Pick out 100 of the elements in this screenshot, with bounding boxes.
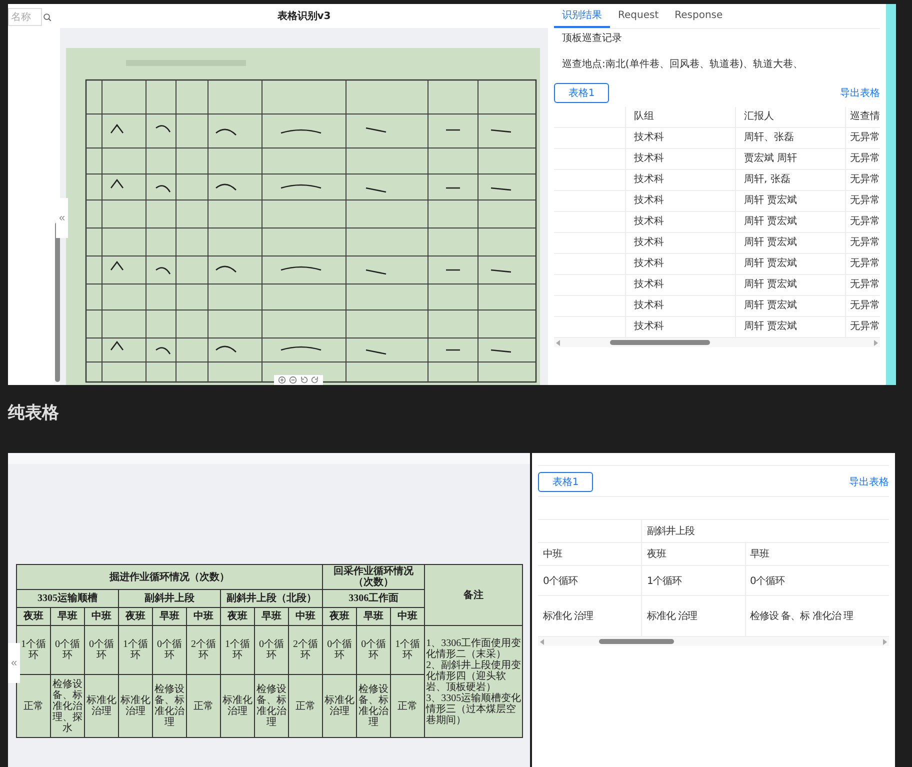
table-cell-text: 无异常 xyxy=(849,278,880,292)
table-cell: 2个循环 xyxy=(186,626,220,674)
table-cell: 标准化治理 xyxy=(118,674,152,738)
table-cell-text: 无异常 xyxy=(849,320,880,334)
table-cell: 1个循环 xyxy=(220,626,254,674)
table-header: 中班 xyxy=(390,608,425,626)
tab[interactable]: Response xyxy=(666,4,731,28)
table-cell-text: 无异常 xyxy=(849,256,880,271)
table-cell: 技术科 xyxy=(626,317,736,337)
table-header: 早班 xyxy=(356,608,391,626)
table-cell: 标准化 治理 xyxy=(642,596,746,636)
table-header: 中班 xyxy=(186,608,220,626)
table-cell: 周轩 贾宏斌 xyxy=(736,275,846,295)
table-cell: 周轩 贾宏斌 xyxy=(736,317,846,337)
remark-text: 3、3305运输顺槽变化情形三（过本煤层空巷期间） xyxy=(426,692,522,726)
table-cell-text: 无异常 xyxy=(849,236,880,250)
column-header: 夜班 xyxy=(642,543,746,565)
tab[interactable]: 识别结果 xyxy=(554,4,610,28)
remark-text: 1、3306工作面使用变化情形二（末采） xyxy=(426,638,522,660)
collapse-button[interactable]: « xyxy=(56,198,68,238)
result-text: 巡查地点:南北(单件巷、回风巷、轨道巷)、轨道大巷、 xyxy=(561,58,804,72)
table-cell: 检修设备、标准化治理 xyxy=(254,674,288,738)
column-header: 巡查情 xyxy=(849,110,880,124)
table-header: 3306工作面 xyxy=(322,590,425,608)
table-cell-text: 检修设 备、标 准化治 理 xyxy=(749,610,854,624)
table-cell: 标准化治理 xyxy=(220,674,254,738)
table-cell: 标准化治理 xyxy=(322,674,357,738)
table-cell: 周轩, 张磊 xyxy=(736,170,846,190)
table-cell: 标准化 治理 xyxy=(538,596,642,636)
table-header: 夜班 xyxy=(220,608,254,626)
column-header: 队组 xyxy=(626,107,736,127)
table-cell-text: 无异常 xyxy=(849,298,880,313)
table-cell-text: 0个循环 xyxy=(749,574,786,588)
scrollbar[interactable] xyxy=(538,637,889,646)
table-header: 副斜井上段 xyxy=(118,590,220,608)
table-cell: 0个循环 xyxy=(84,626,118,674)
table-cell-text: 无异常 xyxy=(849,172,880,187)
table-header: 早班 xyxy=(254,608,288,626)
rotate-right-icon[interactable] xyxy=(311,376,319,384)
table-cell-text: 无异常 xyxy=(849,130,880,145)
table-cell: 0个循环 xyxy=(50,626,84,674)
table-header: 夜班 xyxy=(322,608,357,626)
table-header: 中班 xyxy=(84,608,118,626)
table-header: 掘进作业循环情况（次数） xyxy=(16,564,323,590)
table-cell: 周轩 贾宏斌 xyxy=(736,254,846,274)
table-header: 副斜井上段（北段） xyxy=(220,590,323,608)
table-cell: 贾宏斌 周轩 xyxy=(736,149,846,169)
table-cell: 2个循环 xyxy=(288,626,323,674)
table-cell: 0个循环 xyxy=(356,626,391,674)
table-cell: 标准化治理 xyxy=(84,674,118,738)
search-field[interactable]: 名称 xyxy=(8,8,42,26)
table-cell: 周轩 贾宏斌 xyxy=(736,191,846,211)
table-cell: 0个循环 xyxy=(322,626,357,674)
table-header: 早班 xyxy=(50,608,84,626)
table-tab[interactable]: 表格1 xyxy=(554,83,609,103)
search-icon xyxy=(43,12,52,22)
table-header: 备注 xyxy=(424,564,523,626)
table-header: 回采作业循环情况（次数） xyxy=(322,564,425,590)
table-cell: 检修设备、标准化治理、探水 xyxy=(50,674,84,738)
column-header: 副斜井上段 xyxy=(646,524,696,539)
table-tab[interactable]: 表格1 xyxy=(538,472,593,492)
table-cell: 周轩、张磊 xyxy=(736,128,846,148)
table-cell: 检修设备、标准化治理 xyxy=(356,674,391,738)
table-cell: 0个循环 xyxy=(152,626,186,674)
scrollbar[interactable] xyxy=(554,338,880,347)
table-cell: 技术科 xyxy=(626,296,736,316)
zoom-in-icon[interactable] xyxy=(278,376,286,384)
table-cell: 0个循环 xyxy=(538,566,642,595)
column-header: 汇报人 xyxy=(736,107,846,127)
table-cell: 周轩 贾宏斌 xyxy=(736,296,846,316)
window-title: 表格识别v3 xyxy=(277,10,331,23)
table-cell-text: 无异常 xyxy=(849,194,880,208)
table-header: 早班 xyxy=(152,608,186,626)
table-cell: 技术科 xyxy=(626,170,736,190)
table-cell: 技术科 xyxy=(626,191,736,211)
table-cell: 技术科 xyxy=(626,254,736,274)
table-cell: 1个循环 xyxy=(390,626,425,674)
table-cell: 技术科 xyxy=(626,128,736,148)
tab[interactable]: Request xyxy=(610,4,667,28)
table-cell: 检修设备、标准化治理 xyxy=(152,674,186,738)
table-cell: 周轩 贾宏斌 xyxy=(736,233,846,253)
collapse-button[interactable]: « xyxy=(8,643,20,683)
table-cell-text: 无异常 xyxy=(849,152,880,166)
table-cell: 1个循环 xyxy=(118,626,152,674)
section-heading: 纯表格 xyxy=(6,402,60,425)
table-header: 3305运输顺槽 xyxy=(16,590,118,608)
zoom-out-icon[interactable] xyxy=(289,376,297,384)
export-link[interactable]: 导出表格 xyxy=(840,86,880,100)
table-cell: 正常 xyxy=(288,674,323,738)
table-cell: 周轩 贾宏斌 xyxy=(736,212,846,232)
table-header: 夜班 xyxy=(118,608,152,626)
table-cell: 1个循环 xyxy=(642,566,746,595)
export-link[interactable]: 导出表格 xyxy=(849,475,889,489)
table-cell: 技术科 xyxy=(626,275,736,295)
table-header: 夜班 xyxy=(16,608,50,626)
table-cell: 技术科 xyxy=(626,212,736,232)
result-text: 顶板巡查记录 xyxy=(561,32,623,46)
table-cell: 正常 xyxy=(186,674,220,738)
rotate-left-icon[interactable] xyxy=(300,376,308,384)
table-cell: 技术科 xyxy=(626,233,736,253)
